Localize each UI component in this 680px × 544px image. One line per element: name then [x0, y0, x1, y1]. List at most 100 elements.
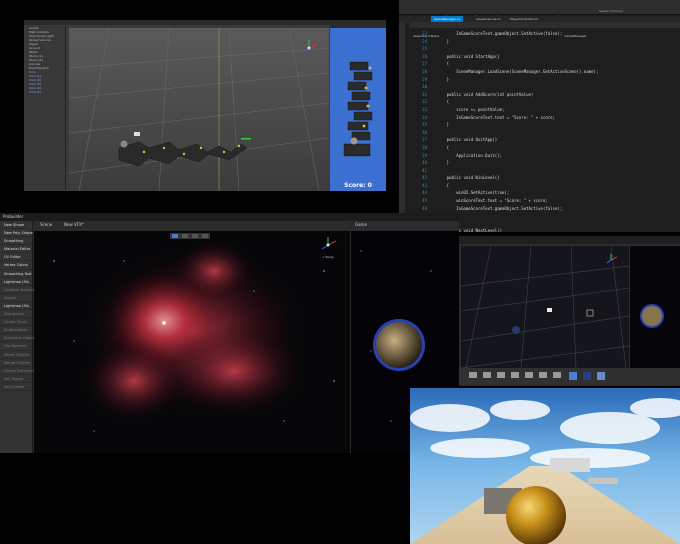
sky-ball-scene	[410, 388, 680, 544]
line-number: 30	[422, 84, 427, 90]
tab-scene[interactable]: Scene	[40, 221, 52, 229]
asset-thumbnails	[469, 372, 605, 380]
probuilder-tool-button[interactable]: Smoothing	[0, 237, 32, 246]
scene-toolbar-icons[interactable]	[170, 233, 210, 239]
scene-view[interactable]	[68, 27, 330, 191]
line-number: 37	[422, 137, 427, 143]
probuilder-tool-button[interactable]: Freeze Transform	[0, 367, 35, 375]
code-line[interactable]: 42 public void WinLevel()	[409, 174, 677, 182]
line-number: 24	[422, 38, 427, 44]
visual-studio-window: FileEditViewGitProjectBuildDebugTestAnal…	[399, 0, 680, 232]
unity-editor-window-space: Probuilder New Shape New Poly Shape Smooth…	[0, 213, 459, 453]
code-editor[interactable]: 23 InGameScoreText.gameObject.SetActive(…	[409, 30, 677, 232]
line-number: 31	[422, 91, 427, 97]
code-line[interactable]: 41	[409, 167, 677, 175]
toolbar: Search (Ctrl+Q)	[399, 7, 680, 15]
game-view-tab-bar[interactable]	[330, 20, 386, 28]
line-number: 29	[422, 76, 427, 82]
probuilder-tool-button[interactable]: Merge Objects	[0, 359, 32, 367]
tab-new-vfx[interactable]: New VFX*	[64, 221, 84, 229]
code-line[interactable]: 37 public void QuitApp()	[409, 136, 677, 144]
game-render-sky-ball	[410, 388, 680, 544]
small-planet-graphic	[640, 304, 664, 328]
probuilder-tool-button[interactable]: Export	[0, 294, 32, 302]
probuilder-tool-button[interactable]: New Shape	[0, 221, 32, 230]
code-line[interactable]: 26 public void StartApp()	[409, 53, 677, 61]
code-line[interactable]: 46 InGameScoreText.gameObject.SetActive(…	[409, 205, 677, 213]
player-ball	[120, 140, 128, 148]
probuilder-tool-button[interactable]: Lightmap UVs	[0, 302, 32, 311]
probuilder-tool-button[interactable]: UV Editor	[0, 253, 32, 262]
code-line[interactable]: 33 score += pointValue;	[409, 106, 677, 114]
persp-label[interactable]: < Persp	[322, 255, 334, 259]
game-view[interactable]	[630, 246, 680, 368]
code-line[interactable]: 34 InGameScoreText.text = "Score: " + sc…	[409, 114, 677, 122]
code-text: public void QuitApp()	[437, 137, 498, 143]
line-number: 32	[422, 99, 427, 105]
line-number: 38	[422, 144, 427, 150]
line-number: 42	[422, 175, 427, 181]
line-number: 46	[422, 205, 427, 211]
code-line[interactable]: 40 }	[409, 159, 677, 167]
score-label: Score: 0	[344, 182, 372, 189]
code-text: winScoreText.text = "Score: " + score;	[437, 198, 548, 204]
hierarchy-panel[interactable]: Level1 Main Camera Directional Light Global…	[26, 26, 66, 189]
probuilder-tool-button[interactable]: Material Editor	[0, 245, 32, 254]
stairs-tower-graphic	[343, 61, 373, 157]
probuilder-tool-button[interactable]: Flip Normals	[0, 342, 32, 351]
tab-game[interactable]: Game	[355, 221, 367, 229]
code-line[interactable]: 29 }	[409, 76, 677, 84]
unity-editor-window-grid	[459, 236, 680, 386]
probuilder-tool-button[interactable]: Smoothing Tool	[0, 270, 32, 278]
code-line[interactable]: 25	[409, 45, 677, 53]
code-line[interactable]: 43 {	[409, 182, 677, 190]
scene-view[interactable]: < Persp	[34, 231, 350, 453]
code-line[interactable]: 23 InGameScoreText.gameObject.SetActive(…	[409, 30, 677, 38]
code-line[interactable]: 39 Application.Quit();	[409, 152, 677, 160]
probuilder-tool-button[interactable]: Center Pivot	[0, 318, 32, 327]
code-line[interactable]: 38 {	[409, 144, 677, 152]
code-line[interactable]: 28 SceneManager.LoadScene(SceneManager.G…	[409, 68, 677, 76]
probuilder-tool-button[interactable]: Set Trigger	[0, 375, 32, 383]
probuilder-tool-button[interactable]: ProBuilderize	[0, 326, 32, 335]
code-line[interactable]: 31 public void AddScore(int pointValue)	[409, 91, 677, 99]
probuilder-tool-button[interactable]: Triangulate	[0, 310, 32, 319]
code-text: {	[437, 61, 450, 67]
code-text: {	[437, 99, 450, 105]
probuilder-tool-button[interactable]: Vertex Colors	[0, 261, 32, 270]
search-box[interactable]: Search (Ctrl+Q)	[599, 9, 623, 13]
probuilder-tool-button[interactable]: Subdivide Object	[0, 334, 35, 343]
hierarchy-item[interactable]: Coin (5)	[26, 90, 65, 94]
line-number: 26	[422, 53, 427, 59]
probuilder-tool-button[interactable]: Lightmap UVs	[0, 278, 32, 286]
line-number: 41	[422, 167, 427, 173]
code-line[interactable]: 36	[409, 129, 677, 137]
line-number: 39	[422, 152, 427, 158]
probuilder-panel-title: Probuilder	[3, 214, 24, 219]
code-line[interactable]: 35 }	[409, 121, 677, 129]
code-text: InGameScoreText.gameObject.SetActive(fal…	[437, 31, 563, 36]
scene-tab-bar: Scene New VFX*	[34, 221, 350, 231]
probuilder-tool-button[interactable]: Set Collider	[0, 383, 32, 391]
probuilder-tool-button[interactable]: Mirror Objects	[0, 351, 32, 359]
code-line[interactable]: 44 winUI.SetActive(true);	[409, 189, 677, 197]
scene-view[interactable]	[460, 245, 630, 369]
editor-title-bar	[459, 236, 680, 244]
code-text: public void WinLevel()	[437, 175, 500, 181]
project-panel	[459, 368, 680, 386]
probuilder-tool-button[interactable]: New Poly Shape	[0, 229, 33, 238]
code-line[interactable]: 32 {	[409, 98, 677, 106]
line-number: 23	[422, 31, 427, 36]
navigation-bar: Assembly-CSharp GameManager	[409, 22, 680, 38]
code-text: InGameScoreText.text = "Score: " + score…	[437, 114, 556, 120]
code-line[interactable]: 30	[409, 83, 677, 91]
code-text: {	[437, 144, 450, 150]
probuilder-tool-button[interactable]: Conform Normals	[0, 286, 35, 294]
code-line[interactable]: 45 winScoreText.text = "Score: " + score…	[409, 197, 677, 205]
code-line[interactable]: 27 {	[409, 60, 677, 68]
probuilder-tool-panel: New Shape New Poly Shape Smoothing Material…	[0, 221, 35, 453]
code-text: }	[437, 160, 450, 166]
code-text: score += pointValue;	[437, 106, 505, 112]
game-view[interactable]: Score: 0	[330, 28, 386, 191]
code-line[interactable]: 24 }	[409, 38, 677, 46]
